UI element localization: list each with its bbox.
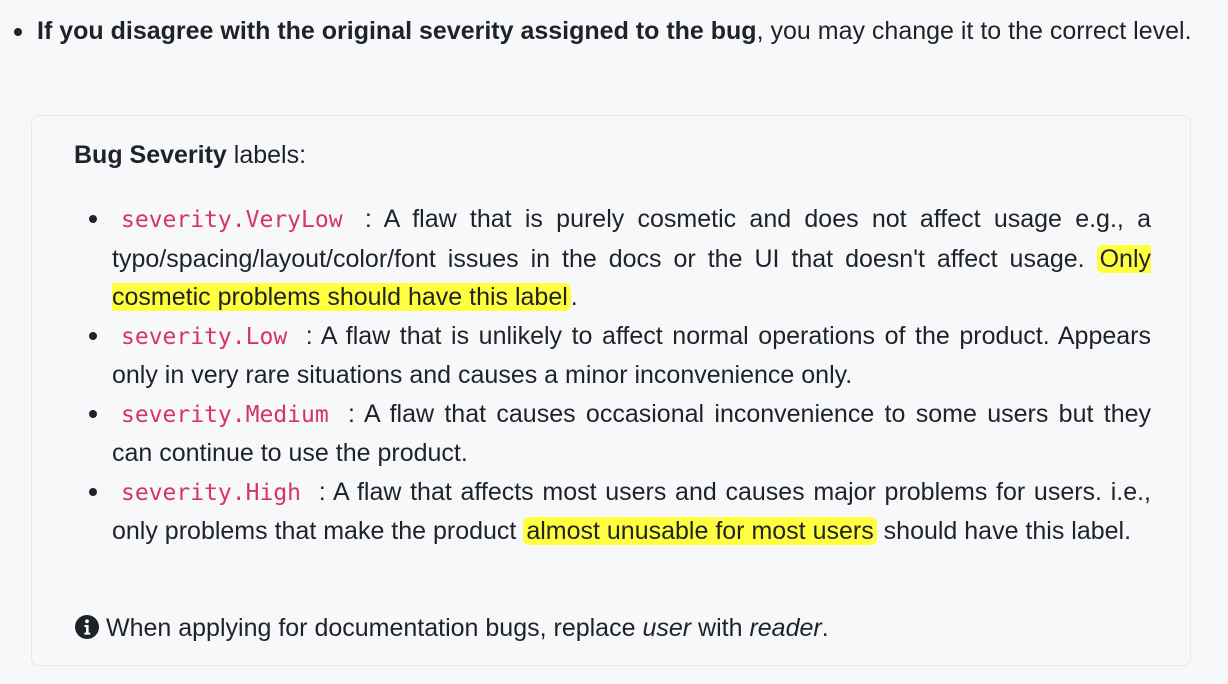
severity-panel: Bug Severity labels: severity.VeryLow : …	[31, 115, 1191, 666]
severity-item-verylow: severity.VeryLow : A flaw that is purely…	[89, 200, 1151, 317]
bullet-icon	[89, 215, 97, 223]
intro-text: , you may change it to the correct level…	[756, 17, 1192, 45]
severity-description-end: should have this label.	[876, 517, 1132, 545]
panel-heading-bold: Bug Severity	[74, 141, 227, 169]
list-item: If you disagree with the original severi…	[0, 12, 1228, 51]
bullet-icon	[89, 331, 97, 340]
panel-heading: Bug Severity labels:	[74, 136, 306, 175]
note-text-middle: with	[691, 614, 750, 642]
severity-code: severity.Low	[121, 323, 288, 350]
severity-code: severity.VeryLow	[121, 207, 343, 233]
note-emphasis-user: user	[642, 614, 692, 642]
bullet-icon	[14, 28, 22, 36]
note-text: When applying for documentation bugs, re…	[106, 614, 643, 642]
bullet-icon	[89, 487, 97, 496]
note-emphasis-reader: reader	[749, 614, 822, 642]
intro-list: If you disagree with the original severi…	[0, 12, 1228, 51]
highlighted-text: almost unusable for most users	[523, 517, 877, 545]
documentation-note: When applying for documentation bugs, re…	[74, 608, 829, 648]
panel-heading-text: labels:	[226, 141, 307, 169]
severity-item-medium: severity.Medium : A flaw that causes occ…	[89, 395, 1151, 473]
severity-item-low: severity.Low : A flaw that is unlikely t…	[89, 317, 1151, 395]
severity-item-high: severity.High : A flaw that affects most…	[89, 473, 1151, 551]
severity-code: severity.Medium	[121, 401, 329, 428]
bullet-icon	[89, 409, 97, 418]
note-text-end: .	[821, 614, 829, 642]
info-circle-icon	[75, 615, 99, 639]
severity-description-end: .	[570, 283, 578, 311]
severity-list: severity.VeryLow : A flaw that is purely…	[89, 200, 1151, 551]
severity-code: severity.High	[121, 479, 302, 506]
intro-bold-text: If you disagree with the original severi…	[37, 17, 757, 45]
